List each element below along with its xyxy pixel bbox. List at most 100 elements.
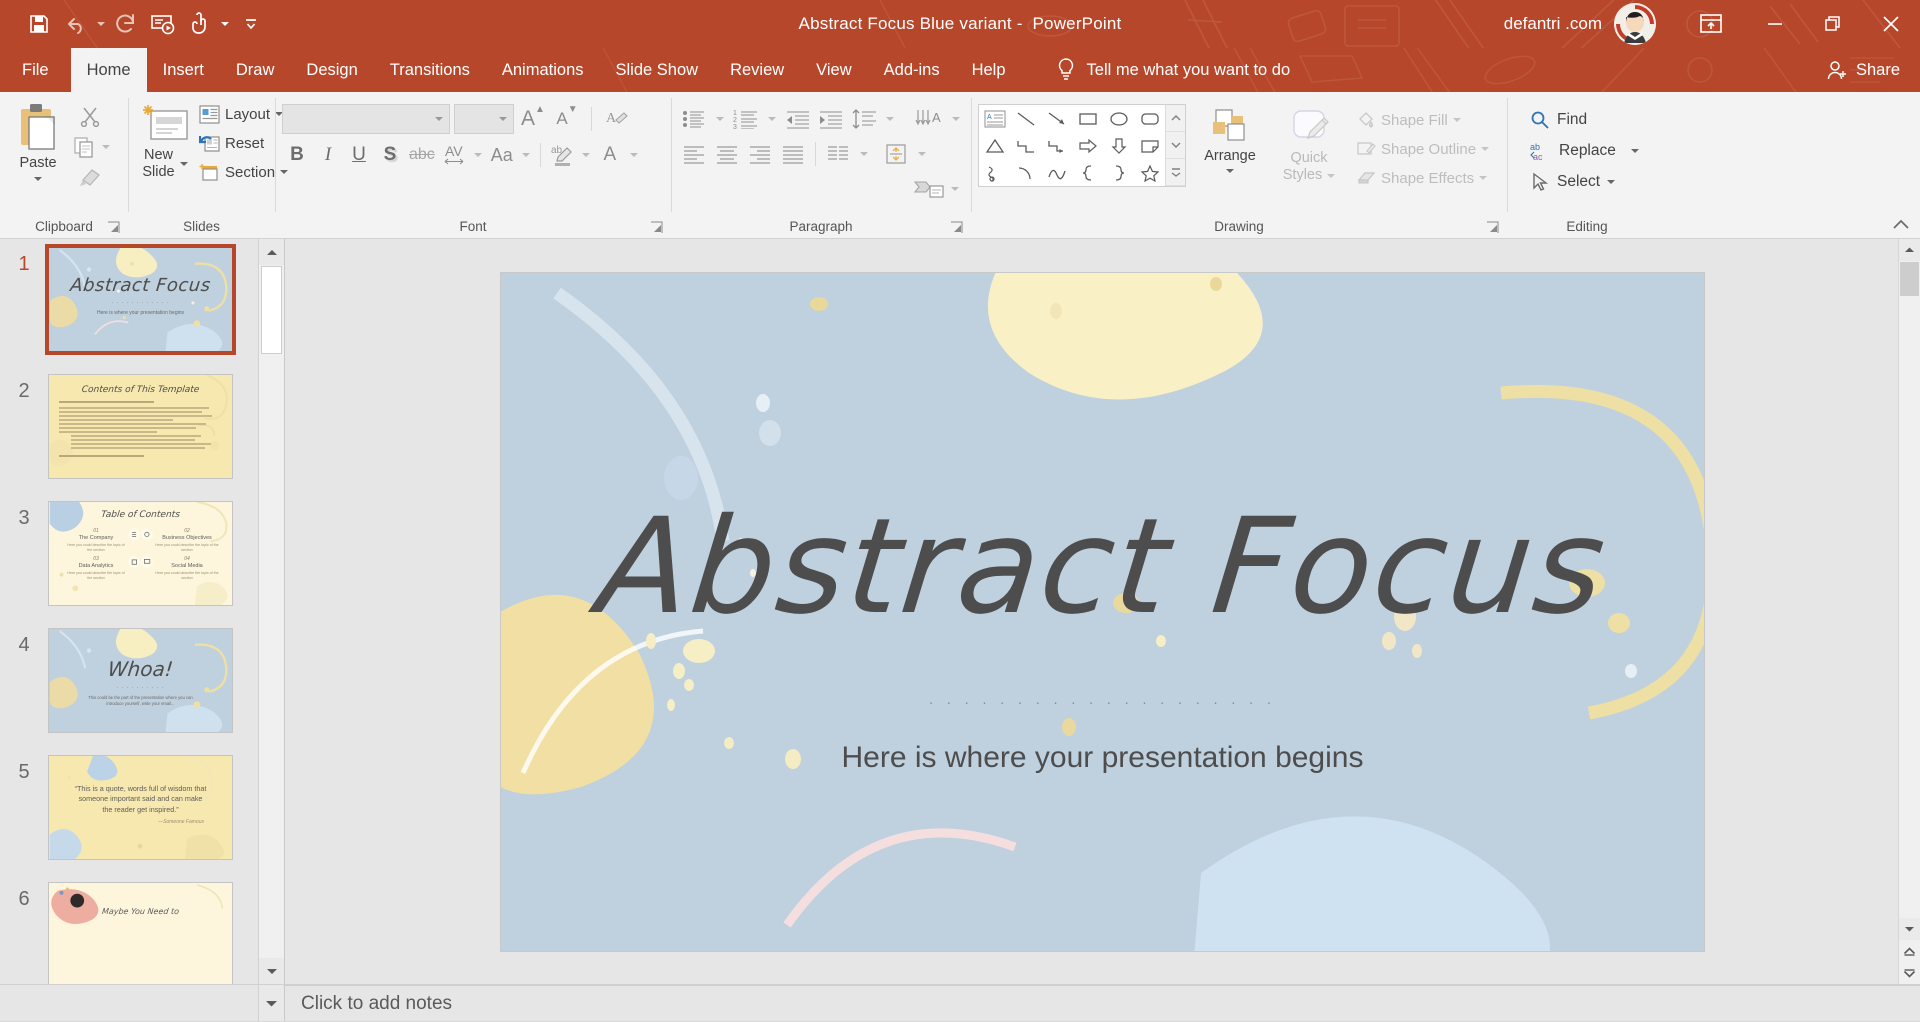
thumbnail-item[interactable]: 2 Contents of This Template: [0, 374, 284, 501]
thumbnail-scroll-down-button[interactable]: [259, 958, 284, 984]
touch-mode-icon[interactable]: [182, 8, 216, 40]
font-color-button[interactable]: A: [595, 140, 625, 170]
new-slide-button[interactable]: New Slide: [135, 99, 195, 185]
thumbnail-scroll-up-button[interactable]: [259, 239, 284, 265]
paste-dropdown-caret-icon[interactable]: [34, 177, 42, 181]
drawing-dialog-launcher[interactable]: [1486, 221, 1499, 234]
text-highlight-button[interactable]: ab: [547, 140, 577, 170]
undo-dropdown-caret-icon[interactable]: [94, 8, 108, 40]
tab-view[interactable]: View: [800, 48, 867, 92]
tab-add-ins[interactable]: Add-ins: [868, 48, 956, 92]
slide-subtitle[interactable]: Here is where your presentation begins: [501, 741, 1704, 775]
shape-fill-dropdown-caret-icon[interactable]: [1452, 118, 1461, 122]
copy-dropdown-caret-icon[interactable]: [102, 145, 110, 149]
tab-help[interactable]: Help: [956, 48, 1022, 92]
collapse-ribbon-button[interactable]: [1890, 214, 1912, 236]
scroll-down-button[interactable]: [1899, 918, 1920, 940]
paste-button[interactable]: Paste: [7, 99, 69, 185]
copy-button[interactable]: [69, 132, 99, 162]
thumbnail-item[interactable]: 3 Table of Contents 01 The Company Here …: [0, 501, 284, 628]
thumbnail-item[interactable]: 4 Whoa! · · · · · · · · · · This could b…: [0, 628, 284, 755]
slide-thumbnail-2[interactable]: Contents of This Template: [48, 374, 233, 479]
slide-title[interactable]: Abstract Focus: [501, 490, 1704, 644]
notes-placeholder[interactable]: Click to add notes: [285, 985, 1920, 1021]
shape-right-brace[interactable]: [1103, 159, 1134, 186]
clear-formatting-button[interactable]: A: [601, 104, 631, 134]
shape-right-arrow[interactable]: [1072, 132, 1103, 159]
close-button[interactable]: [1862, 0, 1920, 48]
thumbnail-scroll-down-button-bottom[interactable]: [258, 985, 284, 1022]
thumbnail-item[interactable]: 6 Maybe You Need to: [0, 882, 284, 984]
shape-star[interactable]: [1134, 159, 1165, 186]
numbering-dropdown-caret-icon[interactable]: [768, 117, 776, 121]
columns-button[interactable]: [822, 139, 854, 169]
shape-outline-dropdown-caret-icon[interactable]: [1481, 147, 1490, 151]
tab-draw[interactable]: Draw: [220, 48, 291, 92]
font-size-dropdown-caret-icon[interactable]: [499, 117, 507, 121]
text-direction-dropdown-caret-icon[interactable]: [952, 117, 960, 121]
justify-button[interactable]: [777, 139, 809, 169]
shape-left-brace[interactable]: [1072, 159, 1103, 186]
notes-pane[interactable]: Click to add notes: [0, 984, 1920, 1022]
format-painter-button[interactable]: [69, 163, 110, 193]
slide-thumbnail-pane[interactable]: 1 Abstract Focus · · · · · · · · · · · ·…: [0, 239, 285, 984]
shape-triangle[interactable]: [979, 132, 1010, 159]
select-dropdown-caret-icon[interactable]: [1607, 180, 1616, 184]
customize-quick-access-toolbar-icon[interactable]: [234, 8, 268, 40]
strikethrough-button[interactable]: abc: [406, 140, 438, 170]
font-name-dropdown-caret-icon[interactable]: [435, 117, 443, 121]
shapes-scroll-down-button[interactable]: [1166, 132, 1185, 159]
tell-me-search[interactable]: Tell me what you want to do: [1056, 48, 1290, 92]
shapes-gallery[interactable]: A: [978, 104, 1186, 187]
slideshow-icon[interactable]: [146, 8, 180, 40]
previous-slide-button[interactable]: [1899, 940, 1920, 962]
change-case-button[interactable]: Aa: [487, 140, 517, 170]
shape-curve[interactable]: [1041, 159, 1072, 186]
share-button[interactable]: Share: [1826, 48, 1900, 92]
slide-thumbnail-5[interactable]: “This is a quote, words full of wisdom t…: [48, 755, 233, 860]
slide-vertical-scrollbar[interactable]: [1898, 239, 1920, 984]
save-icon[interactable]: [22, 8, 56, 40]
change-case-dropdown-caret-icon[interactable]: [521, 153, 530, 157]
ribbon-display-options-button[interactable]: [1682, 0, 1740, 48]
tab-transitions[interactable]: Transitions: [374, 48, 486, 92]
replace-button[interactable]: ab ac Replace: [1524, 136, 1645, 166]
tab-design[interactable]: Design: [290, 48, 373, 92]
touch-mode-dropdown-caret-icon[interactable]: [218, 8, 232, 40]
shapes-more-button[interactable]: [1166, 159, 1185, 186]
bold-button[interactable]: B: [282, 140, 312, 170]
shape-effects-button[interactable]: Shape Effects: [1352, 164, 1493, 192]
user-account-name[interactable]: defantri .com: [1504, 14, 1602, 34]
thumbnail-scrollbar-thumb[interactable]: [261, 266, 282, 354]
new-slide-dropdown-caret-icon[interactable]: [180, 162, 188, 166]
next-slide-button[interactable]: [1899, 962, 1920, 984]
decrease-font-size-button[interactable]: A ▼: [552, 104, 582, 134]
smartart-dropdown-caret-icon[interactable]: [951, 187, 959, 191]
slide-thumbnail-3[interactable]: Table of Contents 01 The Company Here yo…: [48, 501, 233, 606]
restore-button[interactable]: [1804, 0, 1862, 48]
shape-oval[interactable]: [1103, 105, 1134, 132]
shape-text-box[interactable]: A: [979, 105, 1010, 132]
italic-button[interactable]: I: [313, 140, 343, 170]
arrange-button[interactable]: Arrange: [1194, 104, 1266, 177]
character-spacing-button[interactable]: AV: [439, 140, 469, 170]
font-size-input[interactable]: [454, 104, 514, 134]
char-spacing-dropdown-caret-icon[interactable]: [473, 153, 482, 157]
shape-elbow-arrow-connector[interactable]: [1041, 132, 1072, 159]
clipboard-dialog-launcher[interactable]: [107, 221, 120, 234]
tab-slide-show[interactable]: Slide Show: [600, 48, 715, 92]
tab-insert[interactable]: Insert: [147, 48, 220, 92]
shape-scribble[interactable]: [979, 159, 1010, 186]
shapes-gallery-scrollbar[interactable]: [1165, 105, 1185, 186]
underline-button[interactable]: U: [344, 140, 374, 170]
increase-font-size-button[interactable]: A ▲: [518, 104, 548, 134]
bullets-dropdown-caret-icon[interactable]: [716, 117, 724, 121]
increase-indent-button[interactable]: [815, 104, 847, 134]
text-highlight-dropdown-caret-icon[interactable]: [581, 153, 590, 157]
paragraph-dialog-launcher[interactable]: [950, 221, 963, 234]
shape-outline-button[interactable]: Shape Outline: [1352, 135, 1493, 163]
shape-fill-button[interactable]: Shape Fill: [1352, 106, 1493, 134]
shape-folded-corner[interactable]: [1134, 132, 1165, 159]
minimize-button[interactable]: [1746, 0, 1804, 48]
find-button[interactable]: Find: [1524, 105, 1645, 135]
